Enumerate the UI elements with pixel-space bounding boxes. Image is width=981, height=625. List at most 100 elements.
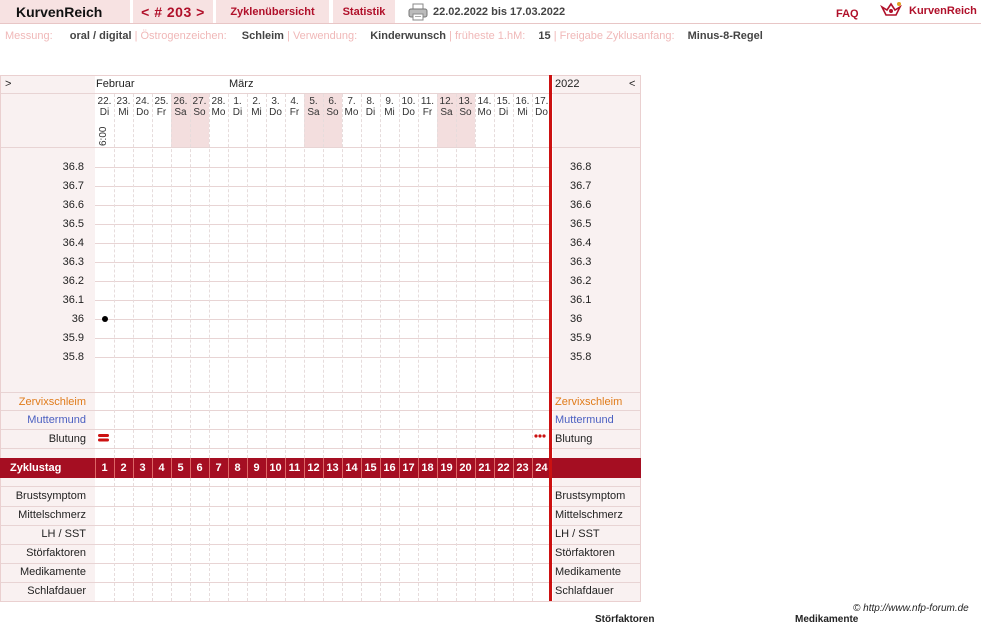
row-label-right: Brustsymptom (555, 490, 626, 502)
day-date: 12. (439, 96, 454, 107)
temp-label-left: 36.8 (62, 161, 84, 173)
cycle-day-number: 4 (158, 462, 165, 474)
day-date: 6. (328, 96, 337, 107)
info-label: Östrogenzeichen: (140, 30, 227, 42)
cycle-day-number: 21 (478, 462, 491, 474)
day-weekday: So (459, 107, 472, 118)
prev-cycle-arrow[interactable]: > (5, 78, 11, 90)
temperature-point[interactable] (101, 316, 108, 322)
row-label-right: Störfaktoren (555, 547, 615, 559)
tab-cycle-overview[interactable]: Zyklenübersicht (216, 0, 329, 23)
temp-label-left: 36.6 (62, 199, 84, 211)
day-weekday: Di (99, 107, 110, 118)
cycle-day-separator (209, 458, 210, 478)
nav-divider (0, 23, 981, 24)
row-label-left[interactable]: Medikamente (0, 566, 86, 578)
day-column-header[interactable]: 25. Fr (152, 96, 171, 118)
info-value: 15 (538, 30, 551, 42)
cycle-day-separator (494, 458, 495, 478)
day-date: 16. (515, 96, 530, 107)
tab-statistics[interactable]: Statistik (333, 0, 395, 23)
day-column-header[interactable]: 26. Sa (171, 96, 190, 118)
row-label-left[interactable]: Störfaktoren (0, 547, 86, 559)
day-column-header[interactable]: 28. Mo (209, 96, 228, 118)
day-column-header[interactable]: 11. Fr (418, 96, 437, 118)
day-weekday: Fr (156, 107, 167, 118)
row-label-left[interactable]: Muttermund (0, 414, 86, 426)
month-label: Februar (96, 78, 135, 90)
cycle-day-separator (418, 458, 419, 478)
cycle-day-separator (171, 458, 172, 478)
info-value: oral / digital (69, 30, 132, 42)
printer-icon[interactable] (408, 3, 428, 21)
day-column-header[interactable]: 7. Mo (342, 96, 361, 118)
temp-label-left: 35.8 (62, 351, 84, 363)
day-column-header[interactable]: 13. So (456, 96, 475, 118)
day-column-header[interactable]: 8. Di (361, 96, 380, 118)
day-date: 11. (420, 96, 435, 107)
tab-statistics-label: Statistik (342, 5, 386, 18)
day-date: 28. (211, 96, 226, 107)
day-column-header[interactable]: 9. Mi (380, 96, 399, 118)
row-label-left[interactable]: LH / SST (0, 528, 86, 540)
day-weekday: Do (136, 107, 149, 118)
day-date: 24. (135, 96, 150, 107)
day-column-header[interactable]: 14. Mo (475, 96, 494, 118)
temp-label-left: 36 (71, 313, 84, 325)
day-column-header[interactable]: 3. Do (266, 96, 285, 118)
cycle-day-number: 8 (234, 462, 241, 474)
cycle-day-separator (380, 458, 381, 478)
temp-label-left: 36.5 (62, 218, 84, 230)
copyright: © http://www.nfp-forum.de (853, 603, 969, 614)
cycle-day-separator (95, 458, 96, 478)
day-weekday: Di (232, 107, 243, 118)
row-label-left[interactable]: Zervixschleim (0, 396, 86, 408)
cycle-number: < # 203 > (141, 3, 205, 20)
info-bar: Messung: oral / digital | Östrogenzeiche… (5, 30, 763, 42)
day-date: 7. (347, 96, 356, 107)
cycle-day-separator (152, 458, 153, 478)
day-column-header[interactable]: 24. Do (133, 96, 152, 118)
cycle-day-number: 23 (516, 462, 529, 474)
day-column-header[interactable]: 1. Di (228, 96, 247, 118)
day-column-header[interactable]: 16. Mi (513, 96, 532, 118)
cycle-day-separator (475, 458, 476, 478)
month-label: März (229, 78, 254, 90)
cycle-switcher[interactable]: < # 203 > (133, 0, 213, 23)
cycle-day-separator (342, 458, 343, 478)
day-date: 5. (309, 96, 318, 107)
cycle-day-number: 19 (440, 462, 453, 474)
day-column-header[interactable]: 23. Mi (114, 96, 133, 118)
cycle-day-number: 20 (459, 462, 472, 474)
spotting-icon[interactable] (534, 433, 548, 439)
day-date: 9. (385, 96, 394, 107)
day-weekday: Mo (477, 107, 492, 118)
day-weekday: Sa (440, 107, 453, 118)
cycle-day-separator (228, 458, 229, 478)
year-label: 2022 (555, 78, 580, 90)
cycle-day-number: 6 (196, 462, 203, 474)
day-column-header[interactable]: 5. Sa (304, 96, 323, 118)
bleeding-heavy-icon[interactable] (97, 433, 111, 443)
row-label-left[interactable]: Blutung (0, 433, 86, 445)
day-column-header[interactable]: 10. Do (399, 96, 418, 118)
faq-link[interactable]: FAQ (836, 8, 859, 20)
day-date: 13. (458, 96, 473, 107)
measure-time: 6:00 (98, 126, 109, 146)
day-column-header[interactable]: 22. Di (95, 96, 114, 118)
info-value: Schleim (241, 30, 284, 42)
row-label-left[interactable]: Mittelschmerz (0, 509, 86, 521)
day-column-header[interactable]: 6. So (323, 96, 342, 118)
day-weekday: Mo (211, 107, 226, 118)
cycle-day-number: 17 (402, 462, 415, 474)
day-column-header[interactable]: 4. Fr (285, 96, 304, 118)
row-label-left[interactable]: Schlafdauer (0, 585, 86, 597)
next-cycle-arrow[interactable]: < (629, 78, 635, 90)
day-column-header[interactable]: 15. Di (494, 96, 513, 118)
day-column-header[interactable]: 2. Mi (247, 96, 266, 118)
day-date: 26. (173, 96, 188, 107)
day-column-header[interactable]: 27. So (190, 96, 209, 118)
row-label-left[interactable]: Brustsymptom (0, 490, 86, 502)
day-column-header[interactable]: 12. Sa (437, 96, 456, 118)
brand-tab[interactable]: KurvenReich (0, 0, 130, 23)
